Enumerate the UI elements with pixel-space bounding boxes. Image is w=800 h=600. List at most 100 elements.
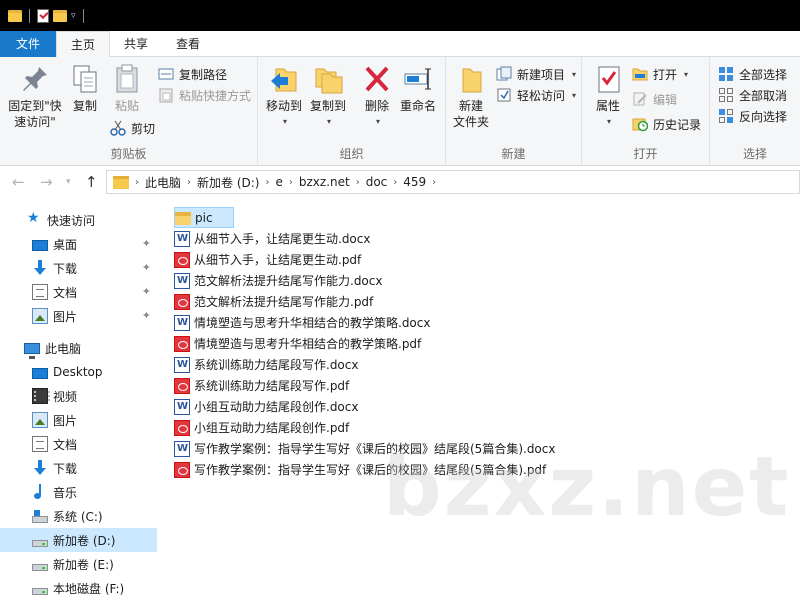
new-folder-quick-icon[interactable] bbox=[53, 9, 67, 22]
list-item[interactable]: 范文解析法提升结尾写作能力.docx bbox=[174, 270, 382, 291]
list-item[interactable]: 从细节入手，让结尾更生动.docx bbox=[174, 228, 370, 249]
tab-share[interactable]: 共享 bbox=[110, 31, 162, 57]
breadcrumb-item[interactable]: doc bbox=[360, 175, 394, 189]
paste-shortcut-icon bbox=[158, 87, 174, 103]
copy-to-label: 复制到 bbox=[309, 99, 346, 113]
file-name: 从细节入手，让结尾更生动.pdf bbox=[194, 253, 362, 267]
list-item[interactable]: pic bbox=[174, 207, 234, 228]
pdf-icon bbox=[174, 461, 190, 478]
desktop-icon bbox=[32, 367, 48, 379]
word-document-icon bbox=[174, 356, 190, 373]
rename-button[interactable]: 重命名 bbox=[398, 63, 438, 114]
pin-icon[interactable]: ✦ bbox=[142, 261, 151, 274]
list-item[interactable]: 小组互动助力结尾段创作.docx bbox=[174, 396, 358, 417]
organize-group: 移动到 ▾ 复制到 ▾ 删除 ▾ 重命名 组织 bbox=[258, 57, 446, 166]
pdf-icon bbox=[174, 377, 190, 394]
edit-button[interactable]: 编辑 bbox=[632, 89, 677, 109]
paste-shortcut-button[interactable]: 粘贴快捷方式 bbox=[158, 85, 251, 105]
drive-icon bbox=[32, 563, 48, 571]
tab-view[interactable]: 查看 bbox=[162, 31, 214, 57]
chevron-down-icon: ▾ bbox=[326, 117, 331, 126]
new-item-button[interactable]: 新建项目 ▾ bbox=[496, 64, 576, 84]
breadcrumb-item[interactable]: bzxz.net bbox=[293, 175, 356, 189]
list-item[interactable]: 系统训练助力结尾段写作.pdf bbox=[174, 375, 349, 396]
nav-this-pc[interactable]: 此电脑 bbox=[0, 336, 157, 360]
forward-arrow-icon[interactable]: → bbox=[40, 173, 53, 191]
nav-item-drive-c[interactable]: 系统 (C:) bbox=[0, 504, 157, 528]
folder-icon bbox=[175, 212, 191, 225]
computer-icon bbox=[24, 343, 40, 359]
pin-icon[interactable]: ✦ bbox=[142, 285, 151, 298]
nav-label: 新加卷 (D:) bbox=[53, 533, 116, 548]
customize-quick-access-icon[interactable]: ▿ bbox=[71, 11, 76, 21]
list-item[interactable]: 范文解析法提升结尾写作能力.pdf bbox=[174, 291, 373, 312]
select-none-button[interactable]: 全部取消 bbox=[718, 85, 787, 105]
nav-item-desktop[interactable]: 桌面 ✦ bbox=[0, 232, 157, 256]
pin-icon[interactable]: ✦ bbox=[142, 237, 151, 250]
delete-button[interactable]: 删除 ▾ bbox=[360, 63, 394, 130]
nav-label: 图片 bbox=[53, 413, 78, 428]
pin-icon[interactable]: ✦ bbox=[142, 309, 151, 322]
new-folder-icon bbox=[455, 63, 487, 95]
nav-item-videos[interactable]: 视频 bbox=[0, 384, 157, 408]
pin-quick-access-button[interactable]: 固定到"快 速访问" bbox=[6, 63, 64, 130]
paste-button[interactable]: 粘贴 bbox=[110, 63, 144, 114]
recent-chevron-icon[interactable]: ▾ bbox=[66, 177, 71, 187]
nav-item-drive-d[interactable]: 新加卷 (D:) bbox=[0, 528, 157, 552]
nav-quick-access[interactable]: 快速访问 bbox=[0, 208, 157, 232]
organize-group-label: 组织 bbox=[339, 147, 364, 161]
nav-item-downloads-pc[interactable]: 下载 bbox=[0, 456, 157, 480]
list-item[interactable]: 系统训练助力结尾段写作.docx bbox=[174, 354, 358, 375]
nav-item-desktop-pc[interactable]: Desktop bbox=[0, 360, 157, 384]
nav-label: 本地磁盘 (F:) bbox=[53, 581, 125, 596]
copy-button[interactable]: 复制 bbox=[68, 63, 102, 114]
nav-item-music[interactable]: 音乐 bbox=[0, 480, 157, 504]
cut-button[interactable]: 剪切 bbox=[110, 118, 155, 138]
nav-item-documents[interactable]: 文档 ✦ bbox=[0, 280, 157, 304]
copy-to-button[interactable]: 复制到 ▾ bbox=[308, 63, 348, 130]
list-item[interactable]: 情境塑造与思考升华相结合的教学策略.pdf bbox=[174, 333, 421, 354]
back-arrow-icon[interactable]: ← bbox=[12, 173, 25, 191]
list-item[interactable]: 情境塑造与思考升华相结合的教学策略.docx bbox=[174, 312, 430, 333]
copy-path-button[interactable]: 复制路径 bbox=[158, 64, 227, 84]
file-name: 系统训练助力结尾段写作.docx bbox=[194, 358, 359, 372]
move-to-label: 移动到 bbox=[265, 99, 302, 113]
nav-item-pictures[interactable]: 图片 ✦ bbox=[0, 304, 157, 328]
list-item[interactable]: 小组互动助力结尾段创作.pdf bbox=[174, 417, 349, 438]
easy-access-button[interactable]: 轻松访问 ▾ bbox=[496, 85, 576, 105]
chevron-down-icon: ▾ bbox=[282, 117, 287, 126]
tab-home[interactable]: 主页 bbox=[56, 31, 111, 58]
chevron-down-icon: ▾ bbox=[606, 117, 611, 126]
file-name: pic bbox=[195, 210, 213, 225]
nav-item-drive-f[interactable]: 本地磁盘 (F:) bbox=[0, 576, 157, 600]
select-all-button[interactable]: 全部选择 bbox=[718, 64, 787, 84]
breadcrumb-item[interactable]: 新加卷 (D:) bbox=[191, 174, 265, 191]
navigation-pane: 快速访问 桌面 ✦ 下载 ✦ 文档 ✦ 图片 ✦ 此电脑 Desktop 视频 … bbox=[0, 197, 157, 600]
nav-item-pictures-pc[interactable]: 图片 bbox=[0, 408, 157, 432]
drive-icon bbox=[32, 587, 48, 595]
watermark: bzxz.net bbox=[383, 440, 791, 535]
list-item[interactable]: 从细节入手，让结尾更生动.pdf bbox=[174, 249, 361, 270]
title-bar: ▿ bbox=[0, 0, 800, 31]
pdf-icon bbox=[174, 293, 190, 310]
nav-item-drive-e[interactable]: 新加卷 (E:) bbox=[0, 552, 157, 576]
nav-item-documents-pc[interactable]: 文档 bbox=[0, 432, 157, 456]
invert-selection-button[interactable]: 反向选择 bbox=[718, 106, 787, 126]
nav-item-downloads[interactable]: 下载 ✦ bbox=[0, 256, 157, 280]
breadcrumb-item[interactable]: 459 bbox=[397, 175, 432, 189]
word-document-icon bbox=[174, 398, 190, 415]
open-button[interactable]: 打开 ▾ bbox=[632, 64, 688, 84]
properties-quick-icon[interactable] bbox=[37, 8, 49, 23]
nav-label: 视频 bbox=[53, 389, 78, 404]
history-button[interactable]: 历史记录 bbox=[632, 114, 701, 134]
easy-access-icon bbox=[496, 87, 512, 103]
properties-button[interactable]: 属性 ▾ bbox=[590, 63, 626, 130]
breadcrumb-item[interactable]: e bbox=[269, 175, 288, 189]
up-arrow-icon[interactable]: ↑ bbox=[85, 173, 98, 191]
move-to-button[interactable]: 移动到 ▾ bbox=[264, 63, 304, 130]
breadcrumb-item[interactable]: 此电脑 bbox=[139, 174, 187, 191]
new-folder-button[interactable]: 新建 文件夹 bbox=[452, 63, 490, 130]
address-bar[interactable]: › 此电脑 › 新加卷 (D:) › e › bzxz.net › doc › … bbox=[106, 170, 800, 194]
tab-file[interactable]: 文件 bbox=[0, 31, 56, 57]
breadcrumb-chevron-icon[interactable]: › bbox=[432, 177, 436, 188]
